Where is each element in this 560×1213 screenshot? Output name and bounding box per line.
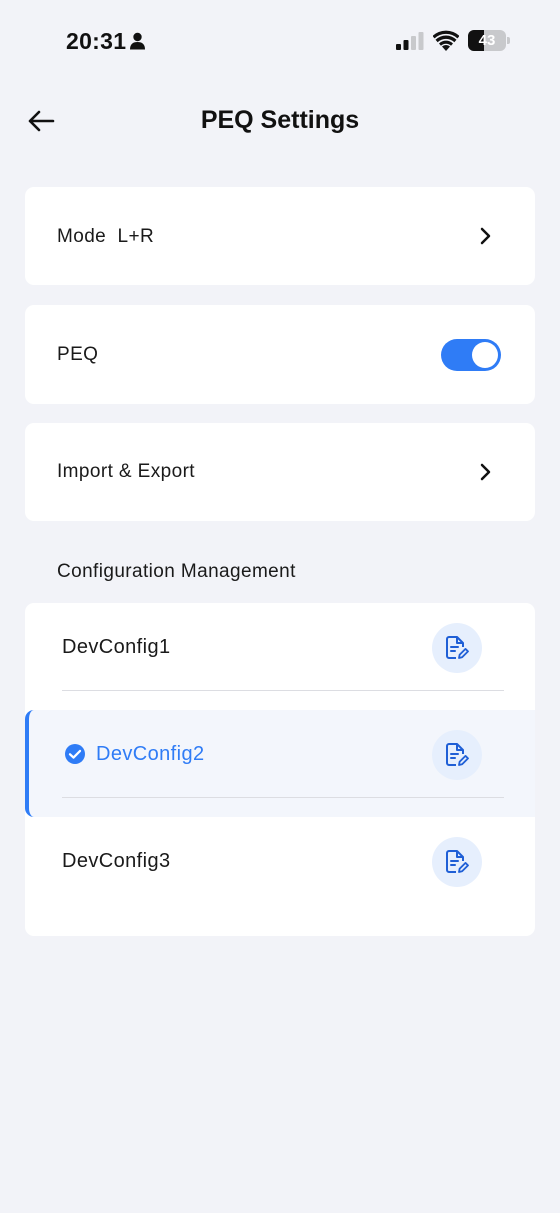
edit-config-button[interactable] (432, 837, 482, 887)
status-bar: 20:31 43 (0, 0, 560, 84)
person-icon (130, 32, 145, 50)
peq-toggle[interactable] (441, 339, 501, 371)
divider (62, 690, 504, 691)
peq-settings-screen: 20:31 43 PEQ Settings Mode L+R PEQ Impor… (0, 0, 560, 1213)
peq-label: PEQ (57, 344, 99, 365)
wifi-icon (433, 30, 459, 51)
edit-config-button[interactable] (432, 623, 482, 673)
mode-label: Mode L+R (57, 226, 154, 248)
configuration-section-title: Configuration Management (57, 561, 296, 582)
import-export-row[interactable]: Import & Export (25, 423, 535, 521)
mode-label-text: Mode (57, 226, 107, 247)
config-item-devconfig1[interactable]: DevConfig1 (25, 603, 535, 710)
cellular-signal-icon (396, 32, 424, 50)
import-export-label: Import & Export (57, 461, 195, 482)
divider (62, 797, 504, 798)
config-name: DevConfig2 (96, 743, 205, 765)
header: PEQ Settings (0, 90, 560, 152)
config-name: DevConfig3 (62, 850, 171, 872)
chevron-right-icon (480, 463, 491, 481)
mode-value: L+R (117, 226, 155, 247)
edit-document-icon (446, 636, 469, 659)
check-circle-icon (65, 744, 85, 764)
config-item-devconfig2[interactable]: DevConfig2 (25, 710, 535, 817)
config-name: DevConfig1 (62, 636, 171, 658)
battery-level-text: 43 (478, 32, 496, 49)
edit-document-icon (446, 850, 469, 873)
configuration-list: DevConfig1 DevConfig2 DevConfig3 (25, 603, 535, 936)
status-time: 20:31 (66, 28, 127, 54)
chevron-right-icon (480, 227, 491, 245)
edit-config-button[interactable] (432, 730, 482, 780)
config-item-devconfig3[interactable]: DevConfig3 (25, 817, 535, 924)
peq-row: PEQ (25, 305, 535, 404)
page-title: PEQ Settings (200, 106, 360, 134)
edit-document-icon (446, 743, 469, 766)
mode-row[interactable]: Mode L+R (25, 187, 535, 285)
toggle-knob (472, 342, 498, 368)
battery-indicator: 43 (468, 30, 510, 51)
